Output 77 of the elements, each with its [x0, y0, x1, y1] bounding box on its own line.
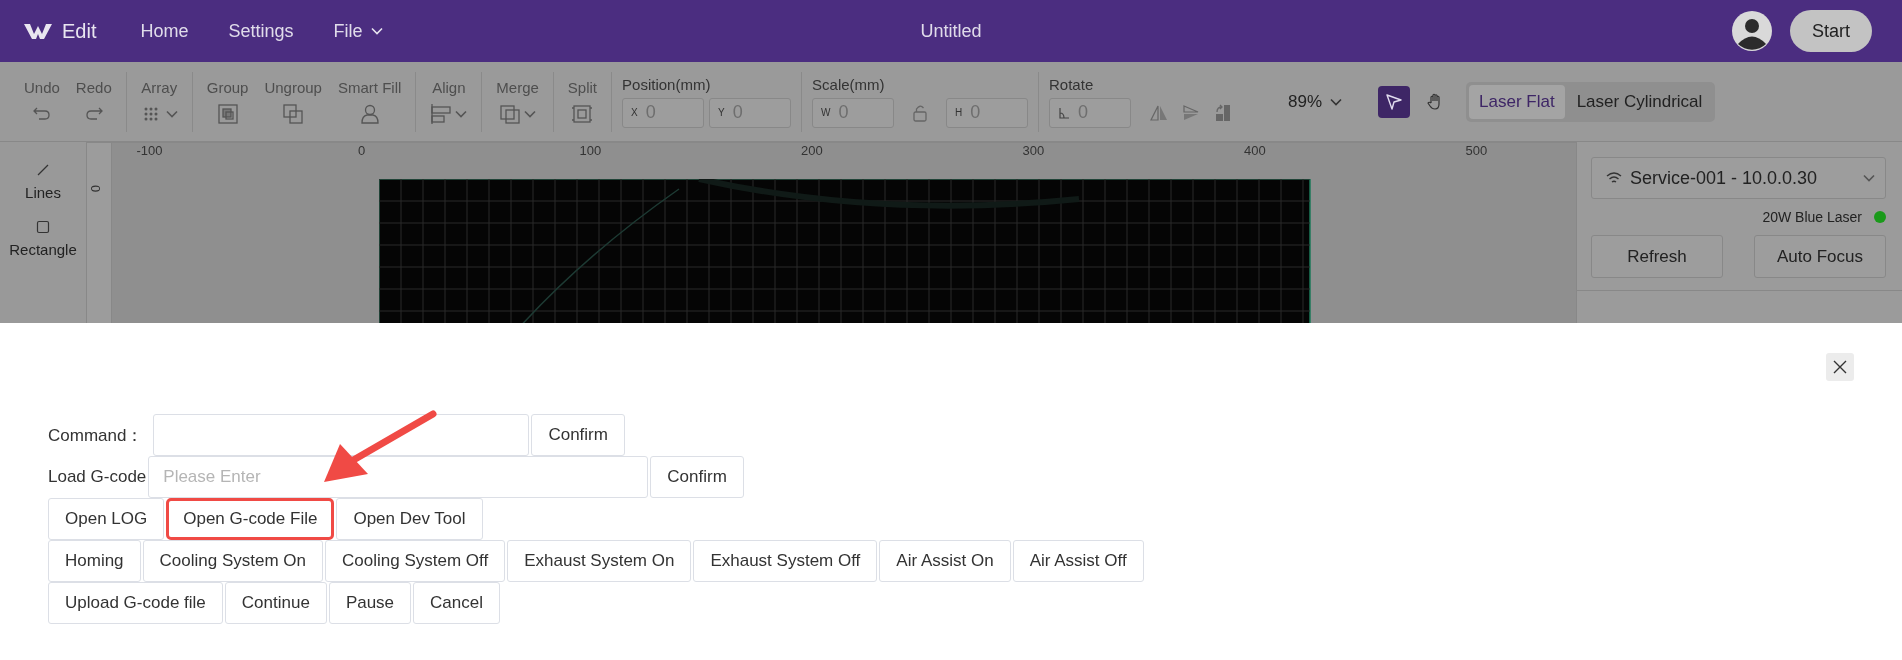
action-button[interactable]: Exhaust System Off [693, 540, 878, 582]
wifi-icon [1606, 171, 1622, 185]
action-button[interactable]: Homing [48, 540, 141, 582]
group-icon [216, 102, 239, 125]
canvas-mode-button[interactable] [1378, 85, 1411, 118]
app-name: Edit [62, 19, 97, 43]
field-label: Rotate [1049, 75, 1095, 93]
ruler-label: 400 [1244, 143, 1266, 158]
ruler-label: 500 [1465, 143, 1488, 158]
avatar-icon [1732, 11, 1772, 51]
chevron-down-icon [370, 27, 383, 35]
rotate-shape-icon [1214, 102, 1233, 123]
axis-label: Y [718, 107, 725, 118]
action-button[interactable]: Air Assist On [879, 540, 1011, 582]
start-button[interactable]: Start [1790, 10, 1872, 52]
confirm-button[interactable]: Confirm [650, 456, 744, 498]
command-input[interactable] [153, 414, 530, 456]
action-button[interactable]: Cancel [413, 582, 500, 624]
confirm-button[interactable]: Confirm [531, 414, 625, 456]
document-title: Untitled [920, 20, 982, 42]
close-button[interactable] [1826, 353, 1854, 381]
laser-model: 20W Blue Laser [1762, 209, 1862, 225]
field-label: Position(mm) [622, 75, 712, 93]
chevron-down-icon [1863, 174, 1875, 182]
flip-vertical-icon [1182, 103, 1201, 122]
action-button[interactable]: Open Dev Tool [336, 498, 483, 540]
gcode-input[interactable]: Please Enter [148, 456, 649, 498]
action-button[interactable]: Cooling System On [142, 540, 324, 582]
nav-link[interactable]: Home [140, 20, 189, 42]
close-icon [1833, 360, 1847, 374]
ungroup-icon [282, 102, 305, 125]
square-icon [35, 219, 51, 235]
laser-mode-tab[interactable]: Laser Flat [1469, 84, 1565, 119]
logo-icon [24, 21, 52, 41]
shape-tool-button[interactable]: Rectangle [9, 219, 77, 258]
action-button[interactable]: Pause [328, 582, 412, 624]
angle-icon [1058, 106, 1071, 119]
ruler-label: 0 [358, 143, 366, 158]
panel-button[interactable]: Refresh [1591, 235, 1723, 278]
nav-link[interactable]: Settings [228, 20, 294, 42]
chevron-down-icon [455, 109, 468, 118]
chevron-down-icon [524, 109, 537, 118]
action-button[interactable]: Air Assist Off [1012, 540, 1144, 582]
laser-mode-tab[interactable]: Laser Cylindrical [1566, 84, 1713, 119]
shape-tool-button[interactable]: Lines [25, 162, 61, 201]
menu-dropdown[interactable]: File [333, 20, 383, 42]
axis-label: H [955, 107, 963, 118]
line-icon [35, 162, 51, 178]
chevron-down-icon [1330, 97, 1343, 106]
ruler-label: 300 [1022, 143, 1045, 158]
toolbar-button[interactable]: Merge [488, 78, 547, 125]
ruler-label: -100 [136, 143, 163, 158]
flip-horizontal-icon [1150, 103, 1169, 122]
ruler-label: 200 [801, 143, 823, 158]
action-button[interactable]: Open LOG [48, 498, 165, 540]
zoom-dropdown[interactable]: 89% [1282, 90, 1349, 113]
axis-label: X [631, 107, 638, 118]
field-label: Load G-code [48, 467, 147, 487]
split-icon [571, 102, 594, 125]
person-icon [358, 102, 381, 125]
panel-button[interactable]: Auto Focus [1754, 235, 1886, 278]
action-button[interactable]: Exhaust System On [507, 540, 692, 582]
action-button[interactable]: Open G-code File [166, 498, 335, 540]
ruler-label: 100 [579, 143, 602, 158]
ruler-label: 0 [88, 184, 104, 193]
toolbar-button[interactable]: Align [422, 78, 476, 125]
toolbar-button[interactable]: Array [132, 78, 186, 125]
axis-label: W [821, 107, 831, 118]
chevron-down-icon [165, 109, 178, 118]
action-button[interactable]: Upload G-code file [48, 582, 223, 624]
action-button[interactable]: Continue [224, 582, 327, 624]
device-dropdown[interactable]: Service-001 - 10.0.0.30 [1591, 157, 1886, 199]
action-button[interactable]: Cooling System Off [325, 540, 506, 582]
merge-icon [499, 102, 522, 125]
field-label: Command： [48, 424, 144, 447]
field-label: Scale(mm) [812, 75, 886, 93]
align-left-icon [430, 102, 453, 125]
